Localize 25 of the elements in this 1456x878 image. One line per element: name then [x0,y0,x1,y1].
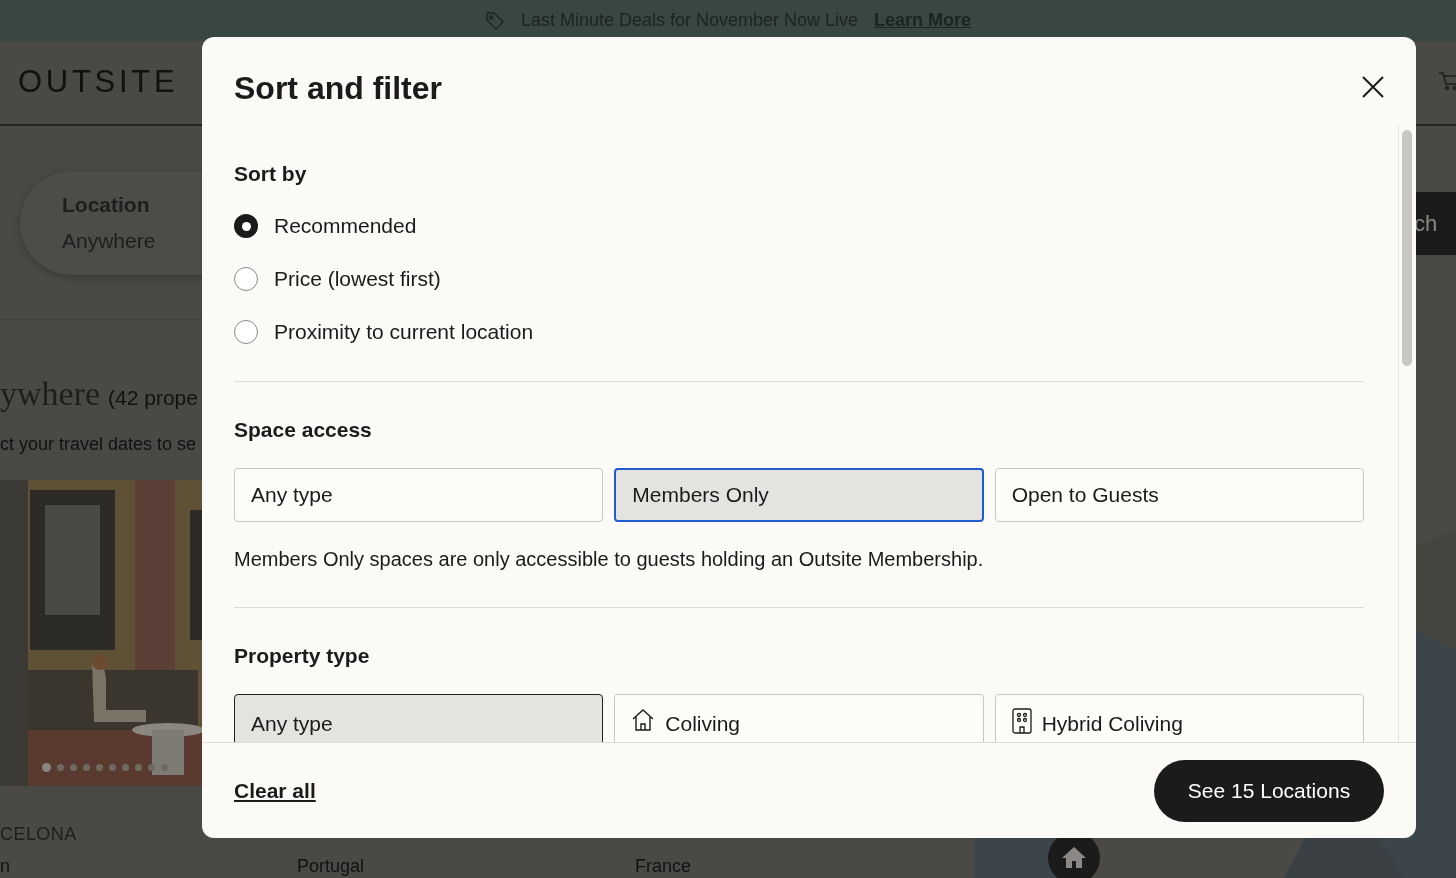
section-heading: Property type [234,644,371,668]
tag-icon [484,10,505,31]
listing-location: n [0,855,10,878]
see-locations-button[interactable]: See 15 Locations [1154,759,1384,822]
dates-hint: ct your travel dates to se [0,433,197,456]
close-button[interactable] [1362,76,1384,98]
building-icon [1011,708,1032,734]
section-heading: Space access [234,418,373,442]
scrollbar[interactable] [1398,125,1412,742]
clear-all-link[interactable]: Clear all [234,774,316,807]
house-icon [631,708,656,732]
option-button[interactable]: Hybrid Coliving [994,694,1364,742]
option-button[interactable]: Coliving [614,694,984,742]
option-button[interactable]: Members Only [614,468,984,522]
option-button[interactable]: Any type [234,694,604,742]
listing-location: France [635,855,692,878]
cart-icon[interactable] [1438,70,1456,92]
close-icon [1362,76,1384,98]
dialog-title: Sort and filter [234,69,442,107]
option-button[interactable]: Open to Guests [994,468,1364,522]
radio-option[interactable]: Proximity to current location [234,316,1364,348]
results-count: (42 prope [108,385,198,411]
access-note: Members Only spaces are only accessible to guests holding an Outsite Membership. [234,547,985,571]
option-button[interactable]: Any type [234,468,604,522]
listing-location: Portugal [297,855,365,878]
